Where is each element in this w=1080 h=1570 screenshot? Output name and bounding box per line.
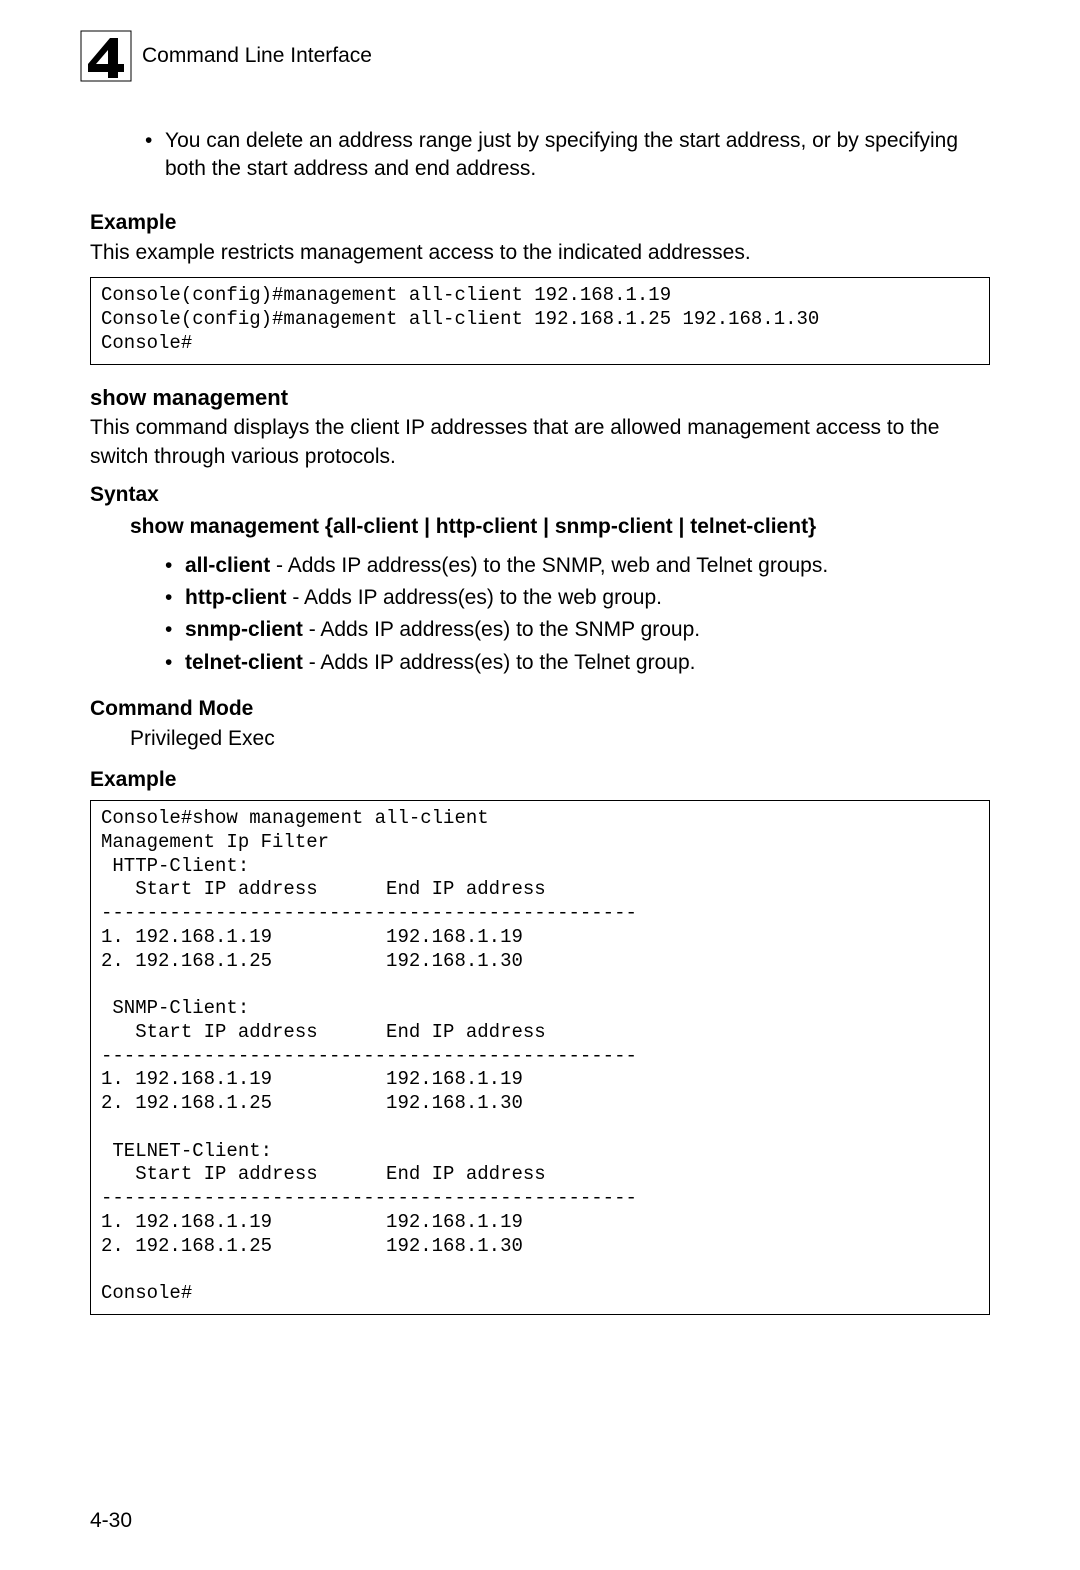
syntax-desc: - Adds IP address(es) to the SNMP, web a… (270, 554, 828, 577)
syntax-term: telnet-client (185, 651, 303, 674)
chapter-number-icon (80, 30, 132, 82)
intro-bullet-list: You can delete an address range just by … (90, 127, 990, 184)
intro-bullet: You can delete an address range just by … (165, 127, 990, 184)
command-mode-heading: Command Mode (90, 695, 990, 723)
syntax-item: http-client - Adds IP address(es) to the… (185, 584, 990, 612)
page-header: Command Line Interface (80, 30, 990, 82)
syntax-line-prefix: show management (130, 515, 319, 538)
syntax-bullets: all-client - Adds IP address(es) to the … (90, 552, 990, 677)
syntax-item: snmp-client - Adds IP address(es) to the… (185, 616, 990, 644)
syntax-desc: - Adds IP address(es) to the SNMP group. (303, 618, 700, 641)
syntax-desc: - Adds IP address(es) to the Telnet grou… (303, 651, 696, 674)
syntax-line: show management {all-client | http-clien… (90, 513, 990, 541)
syntax-term: http-client (185, 586, 286, 609)
example1-code: Console(config)#management all-client 19… (90, 277, 990, 364)
show-management-heading: show management (90, 383, 990, 413)
syntax-line-suffix: {all-client | http-client | snmp-client … (319, 515, 816, 538)
page-number: 4-30 (90, 1507, 132, 1535)
syntax-item: telnet-client - Adds IP address(es) to t… (185, 649, 990, 677)
command-mode-value: Privileged Exec (90, 725, 990, 753)
page: Command Line Interface You can delete an… (0, 0, 1080, 1570)
syntax-desc: - Adds IP address(es) to the web group. (286, 586, 662, 609)
example2-heading: Example (90, 766, 990, 794)
example1-desc: This example restricts management access… (90, 239, 990, 267)
syntax-heading: Syntax (90, 481, 990, 509)
show-management-desc: This command displays the client IP addr… (90, 414, 990, 471)
syntax-item: all-client - Adds IP address(es) to the … (185, 552, 990, 580)
example1-heading: Example (90, 209, 990, 237)
page-header-title: Command Line Interface (142, 42, 372, 70)
syntax-term: all-client (185, 554, 270, 577)
example2-code: Console#show management all-client Manag… (90, 800, 990, 1315)
syntax-term: snmp-client (185, 618, 303, 641)
